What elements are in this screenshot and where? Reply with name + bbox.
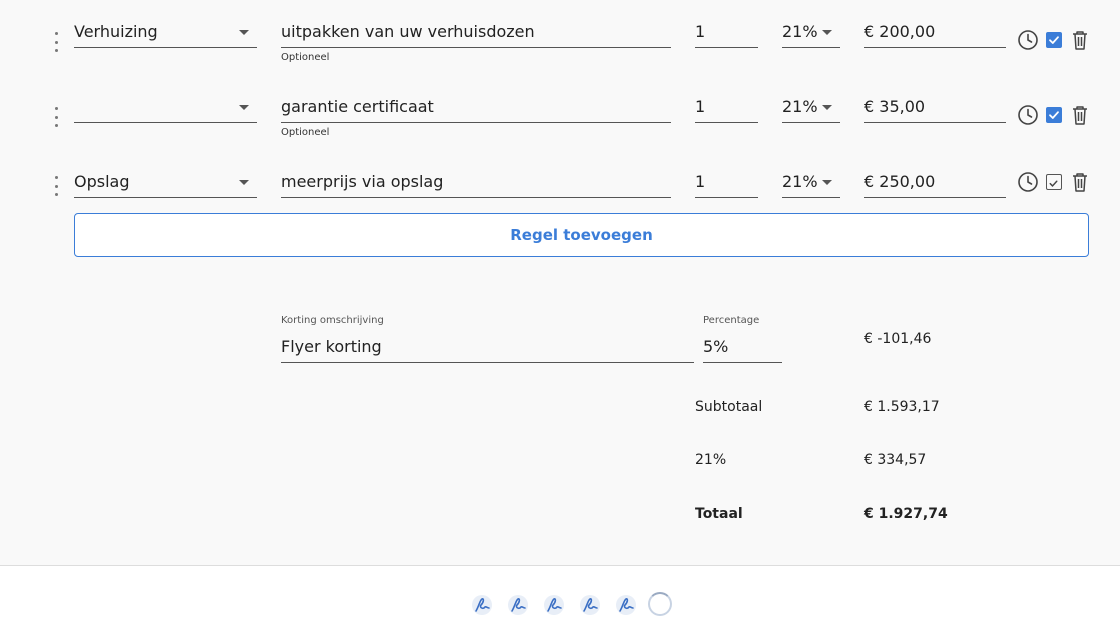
vat-value: 21%	[782, 97, 818, 116]
price-input[interactable]: € 200,00	[864, 17, 1006, 48]
category-select[interactable]: Opslag	[74, 167, 257, 198]
description-value: garantie certificaat	[281, 97, 434, 116]
vat-total-label: 21%	[695, 452, 727, 468]
description-input[interactable]: uitpakken van uw verhuisdozen	[281, 17, 671, 48]
clock-icon[interactable]	[1016, 103, 1040, 127]
category-select[interactable]: Verhuizing	[74, 17, 257, 48]
price-input[interactable]: € 250,00	[864, 167, 1006, 198]
clock-icon[interactable]	[1016, 28, 1040, 52]
discount-description-value: Flyer korting	[281, 337, 382, 356]
price-value: € 35,00	[864, 97, 926, 116]
chevron-down-icon	[239, 105, 249, 110]
checkbox-icon[interactable]	[1046, 107, 1062, 123]
footer-toolbar	[0, 565, 1120, 639]
discount-description-label: Korting omschrijving	[281, 315, 384, 326]
discount-percentage-label: Percentage	[703, 315, 760, 326]
vat-select[interactable]: 21%	[782, 167, 840, 198]
signature-icon[interactable]	[471, 594, 493, 616]
vat-total-value: € 334,57	[864, 452, 927, 468]
chevron-down-icon	[822, 30, 832, 35]
description-value: meerprijs via opslag	[281, 172, 444, 191]
chevron-down-icon	[822, 180, 832, 185]
category-value: Opslag	[74, 172, 130, 191]
price-value: € 250,00	[864, 172, 936, 191]
discount-percentage-value: 5%	[703, 337, 729, 356]
vat-select[interactable]: 21%	[782, 17, 840, 48]
signature-icon[interactable]	[615, 594, 637, 616]
trash-icon[interactable]	[1068, 28, 1092, 52]
quantity-value: 1	[695, 172, 706, 191]
quantity-value: 1	[695, 22, 706, 41]
signature-icon[interactable]	[543, 594, 565, 616]
description-input[interactable]: meerprijs via opslag	[281, 167, 671, 198]
add-line-button[interactable]: Regel toevoegen	[74, 213, 1089, 257]
chevron-down-icon	[239, 180, 249, 185]
checkbox-icon[interactable]	[1046, 174, 1062, 190]
description-input[interactable]: garantie certificaat	[281, 92, 671, 123]
total-value: € 1.927,74	[864, 506, 948, 522]
chevron-down-icon	[822, 105, 832, 110]
quantity-input[interactable]: 1	[695, 17, 758, 48]
discount-description-input[interactable]: Flyer korting	[281, 332, 694, 363]
price-input[interactable]: € 35,00	[864, 92, 1006, 123]
vat-value: 21%	[782, 22, 818, 41]
loading-spinner-icon	[648, 592, 672, 616]
description-helper: Optioneel	[281, 52, 330, 63]
subtotal-label: Subtotaal	[695, 399, 763, 415]
subtotal-value: € 1.593,17	[864, 399, 940, 415]
trash-icon[interactable]	[1068, 103, 1092, 127]
signature-icon[interactable]	[507, 594, 529, 616]
vat-select[interactable]: 21%	[782, 92, 840, 123]
price-value: € 200,00	[864, 22, 936, 41]
checkbox-icon[interactable]	[1046, 32, 1062, 48]
chevron-down-icon	[239, 30, 249, 35]
signature-icon[interactable]	[579, 594, 601, 616]
total-label: Totaal	[695, 506, 743, 522]
line-row-2: garantie certificaat Optioneel 1 21% € 3…	[0, 91, 1120, 151]
category-select[interactable]	[74, 92, 257, 123]
discount-percentage-input[interactable]: 5%	[703, 332, 782, 363]
description-value: uitpakken van uw verhuisdozen	[281, 22, 535, 41]
vat-value: 21%	[782, 172, 818, 191]
quantity-input[interactable]: 1	[695, 167, 758, 198]
drag-handle-icon[interactable]	[51, 176, 61, 196]
trash-icon[interactable]	[1068, 170, 1092, 194]
drag-handle-icon[interactable]	[51, 107, 61, 127]
description-helper: Optioneel	[281, 127, 330, 138]
category-value: Verhuizing	[74, 22, 158, 41]
quantity-value: 1	[695, 97, 706, 116]
discount-amount: € -101,46	[864, 331, 932, 347]
clock-icon[interactable]	[1016, 170, 1040, 194]
quantity-input[interactable]: 1	[695, 92, 758, 123]
line-row-1: Verhuizing uitpakken van uw verhuisdozen…	[0, 16, 1120, 76]
drag-handle-icon[interactable]	[51, 32, 61, 52]
